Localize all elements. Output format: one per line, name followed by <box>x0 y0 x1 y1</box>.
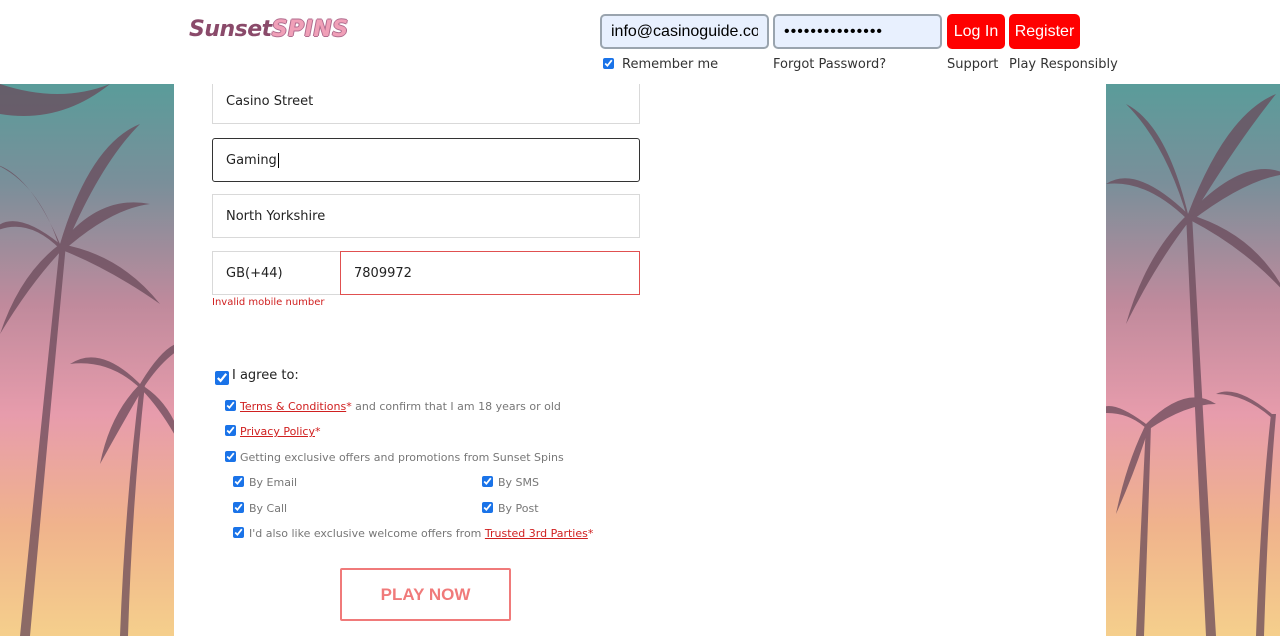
by-post-checkbox[interactable] <box>482 502 493 513</box>
logo-text-sunset: Sunset <box>189 17 272 42</box>
sunset-spins-logo[interactable]: SunsetSPINS <box>189 17 349 42</box>
third-party-text: I'd also like exclusive welcome offers f… <box>249 527 485 540</box>
by-email-checkbox[interactable] <box>233 476 244 487</box>
required-mark: * <box>587 527 594 540</box>
phone-prefix-value: GB(+44) <box>226 265 283 281</box>
street-value: Casino Street <box>226 94 314 109</box>
city-value: Gaming <box>226 152 277 168</box>
support-link[interactable]: Support <box>947 57 998 72</box>
mobile-error-message: Invalid mobile number <box>212 297 325 308</box>
mobile-number-field[interactable]: 7809972 <box>340 251 640 295</box>
remember-me-label[interactable]: Remember me <box>622 57 718 72</box>
palm-tree-background-left <box>0 84 174 636</box>
mobile-number-value: 7809972 <box>354 265 412 281</box>
login-button[interactable]: Log In <box>947 14 1005 49</box>
logo-text-spins: SPINS <box>271 17 349 42</box>
street-field[interactable]: Casino Street <box>212 80 640 124</box>
offers-label: Getting exclusive offers and promotions … <box>240 451 564 464</box>
terms-checkbox[interactable] <box>225 400 236 411</box>
privacy-policy-link[interactable]: Privacy Policy <box>240 425 315 438</box>
remember-me-checkbox[interactable] <box>603 58 614 69</box>
county-value: North Yorkshire <box>226 208 326 224</box>
privacy-checkbox[interactable] <box>225 425 236 436</box>
registration-form: Casino Street Gaming North Yorkshire GB(… <box>174 80 1106 636</box>
county-field[interactable]: North Yorkshire <box>212 194 640 238</box>
terms-text: and confirm that I am 18 years or old <box>351 400 561 413</box>
by-sms-label: By SMS <box>498 476 540 489</box>
login-password-input[interactable] <box>773 14 942 49</box>
third-party-checkbox[interactable] <box>233 527 244 538</box>
city-field[interactable]: Gaming <box>212 138 640 182</box>
by-post-label: By Post <box>498 502 539 515</box>
phone-prefix-select[interactable]: GB(+44) <box>212 251 341 295</box>
terms-row: Terms & Conditions* and confirm that I a… <box>240 400 561 413</box>
agree-label: I agree to: <box>232 368 299 383</box>
by-call-checkbox[interactable] <box>233 502 244 513</box>
privacy-row: Privacy Policy* <box>240 425 320 438</box>
play-responsibly-link[interactable]: Play Responsibly <box>1009 57 1118 72</box>
by-sms-checkbox[interactable] <box>482 476 493 487</box>
play-now-button[interactable]: PLAY NOW <box>340 568 511 621</box>
third-party-row: I'd also like exclusive welcome offers f… <box>249 527 593 540</box>
agree-all-checkbox[interactable] <box>215 371 229 385</box>
text-caret <box>277 152 279 168</box>
by-call-label: By Call <box>249 502 288 515</box>
forgot-password-link[interactable]: Forgot Password? <box>773 57 886 72</box>
terms-conditions-link[interactable]: Terms & Conditions <box>240 400 346 413</box>
site-header: SunsetSPINS Log In Register Remember me … <box>0 0 1280 84</box>
required-mark: * <box>314 425 321 438</box>
login-email-input[interactable] <box>600 14 769 49</box>
register-button[interactable]: Register <box>1009 14 1080 49</box>
trusted-third-parties-link[interactable]: Trusted 3rd Parties <box>485 527 588 540</box>
by-email-label: By Email <box>249 476 298 489</box>
offers-checkbox[interactable] <box>225 451 236 462</box>
palm-tree-background-right <box>1106 84 1280 636</box>
